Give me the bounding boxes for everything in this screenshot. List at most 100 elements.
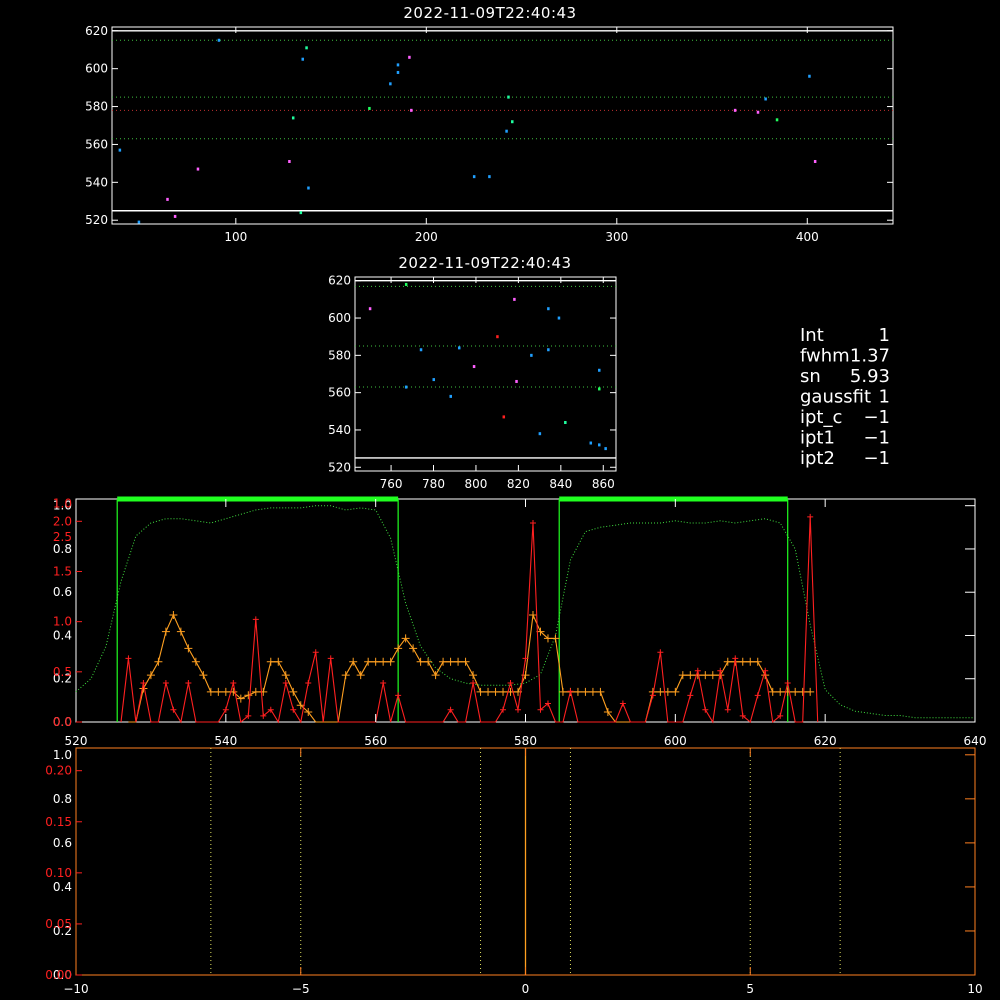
x-tick-label: 600 [664,734,687,748]
red-marker [529,519,536,526]
red-y-tick-label: 2.5 [53,530,72,544]
red-marker [724,706,731,713]
x-tick-label: 100 [224,230,247,244]
orange-marker [738,657,747,666]
data-point [564,421,567,424]
data-point [515,379,518,383]
orange-marker [281,671,290,680]
orange-marker [184,644,193,653]
red-marker [222,706,229,713]
orange-marker [768,687,777,696]
red-y-tick-label: 0.00 [45,968,72,982]
data-point [410,108,413,112]
data-point [505,129,508,133]
data-point [389,82,392,86]
red-marker [230,680,237,687]
y-tick-label: 0.6 [53,585,72,599]
orange-marker [439,657,448,666]
y-tick-label: 540 [85,175,108,189]
orange-marker [686,671,695,680]
red-marker [567,688,574,695]
data-point [502,415,506,419]
data-point [775,118,779,122]
data-point [488,175,491,179]
orange-marker [701,671,710,680]
orange-marker [251,687,260,696]
y-tick-label: 0.8 [53,542,72,556]
data-point [808,74,811,78]
orange-marker [753,657,762,666]
orange-marker [199,671,208,680]
plot-frame [111,26,894,225]
y-tick-label: 540 [328,423,351,437]
orange-marker [484,687,493,696]
orange-marker [581,687,590,696]
y-tick-label: 0.4 [53,880,72,894]
info-value: 1 [879,325,890,346]
red-marker [694,667,701,674]
orange-marker [723,657,732,666]
x-tick-label: 200 [415,230,438,244]
red-marker [395,692,402,699]
x-tick-label: 860 [592,477,615,491]
y-tick-label: 600 [85,62,108,76]
data-point [137,220,141,224]
data-point [472,175,476,179]
data-point [301,57,304,61]
data-point [530,353,533,357]
orange-marker [678,671,687,680]
y-tick-label: 580 [328,348,351,362]
orange-marker [259,687,268,696]
red-marker [732,655,739,662]
data-point [457,346,461,350]
y-tick-label: 580 [85,100,108,114]
data-point [813,159,817,163]
data-point [396,70,400,74]
red-marker [170,706,177,713]
data-point [173,214,177,218]
data-point [589,441,593,445]
x-tick-label: 520 [65,734,88,748]
y-tick-label: 1.0 [53,748,72,762]
y-tick-label: 600 [328,311,351,325]
orange-marker [708,671,717,680]
orange-marker [806,687,815,696]
x-tick-label: 300 [605,230,628,244]
y-tick-label: 620 [328,274,351,288]
orange-marker [146,671,155,680]
data-point [511,120,514,124]
red-marker [515,706,522,713]
data-point [288,159,291,163]
x-tick-label: 840 [549,477,572,491]
data-point [291,116,295,120]
middle-plot-title: 2022-11-09T22:40:43 [398,254,571,272]
red-marker [687,692,694,699]
info-label: ipt2 [800,448,835,469]
red-marker [762,667,769,674]
red-y-tick-label: 1.0 [53,496,72,510]
orange-series-line [128,612,811,723]
orange-marker [274,657,283,666]
x-tick-label: 0 [522,982,530,996]
red-y-tick-label: 0.20 [45,764,72,778]
y-tick-label: 560 [85,137,108,151]
orange-marker [244,691,253,700]
data-point [166,197,169,201]
info-value: 5.93 [850,366,890,387]
y-tick-label: 520 [328,460,351,474]
red-marker [717,667,724,674]
red-marker [305,680,312,687]
info-label: ipt1 [800,428,835,449]
orange-marker [791,687,800,696]
y-tick-label: 0.8 [53,792,72,806]
orange-marker [176,627,185,636]
red-y-tick-label: 0.10 [45,866,72,880]
data-point [733,108,737,112]
data-point [432,378,436,382]
orange-marker [379,657,388,666]
y-tick-label: 560 [328,386,351,400]
data-point [118,148,122,152]
red-marker [252,616,259,623]
figure-canvas: 2022-11-09T22:40:43 52054056058060062010… [45,4,987,996]
spectrum-plot: 520 540 560 580 600 620 6400.00.20.40.60.81.00… [53,496,987,748]
